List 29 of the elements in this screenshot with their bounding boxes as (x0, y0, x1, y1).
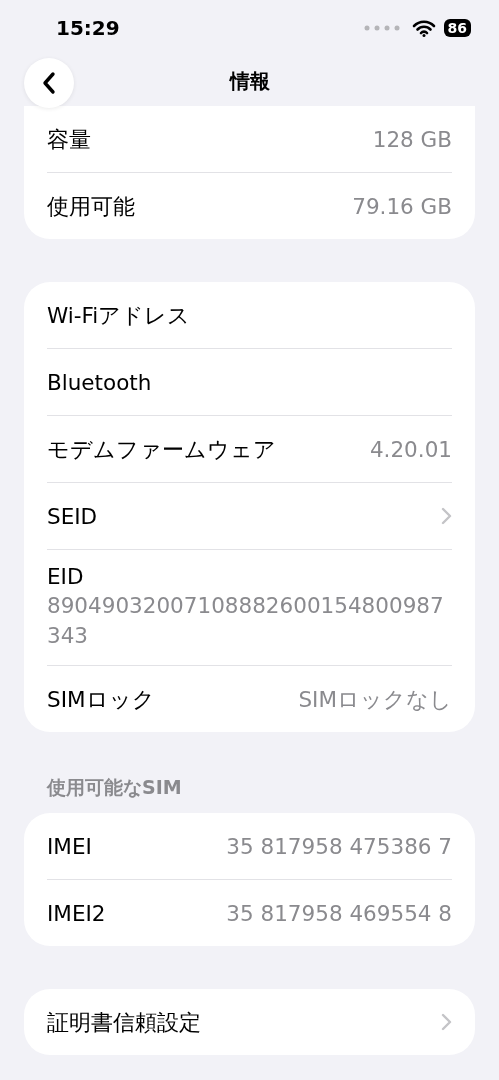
wifi-icon (411, 19, 436, 37)
back-button[interactable] (24, 58, 74, 108)
row-value: 89049032007108882600154800987343 (47, 592, 445, 650)
row-label: SIMロック (47, 685, 155, 714)
row-label: IMEI (47, 833, 92, 859)
row-value: SIMロックなし (298, 685, 452, 714)
chevron-icon (441, 1013, 452, 1031)
row-label: SEID (47, 503, 98, 529)
row-label: Wi-Fiアドレス (47, 301, 191, 330)
row-value: 35 817958 469554 8 (226, 900, 452, 926)
list-row[interactable]: 証明書信頼設定 (47, 989, 452, 1055)
list-row[interactable]: SEID (47, 483, 452, 550)
row-label: 容量 (47, 125, 91, 154)
row-label: IMEI2 (47, 900, 106, 926)
row-label: モデムファームウェア (47, 435, 276, 464)
row-label: 証明書信頼設定 (47, 1008, 201, 1037)
row-value: 128 GB (372, 126, 452, 152)
row-value: 35 817958 475386 7 (226, 833, 452, 859)
back-icon (41, 71, 57, 95)
section-header: 使用可能なSIM (45, 775, 183, 800)
battery-level: 86 (443, 19, 471, 37)
row-label: 使用可能 (47, 192, 135, 221)
chevron-icon (441, 507, 452, 525)
nav-title: 情報 (229, 67, 270, 95)
row-label: EID (47, 564, 84, 589)
row-label: Bluetooth (47, 369, 152, 395)
status-time: 15:29 (56, 16, 120, 40)
row-value: 79.16 GB (352, 193, 452, 219)
row-value: 4.20.01 (369, 436, 452, 462)
